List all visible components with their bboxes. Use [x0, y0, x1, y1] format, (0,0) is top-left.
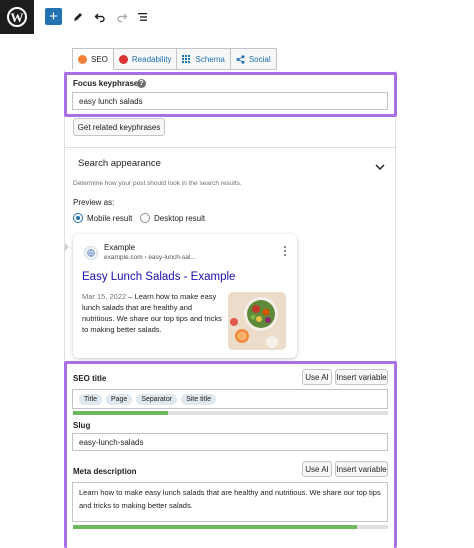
seo-score-face-icon [78, 54, 87, 64]
tab-social[interactable]: Social [230, 48, 277, 70]
undo-icon[interactable] [91, 8, 109, 26]
panel-grip-icon [65, 243, 69, 251]
wordpress-logo[interactable]: W [0, 0, 34, 34]
focus-keyphrase-label: Focus keyphrase [73, 79, 139, 88]
preview-title[interactable]: Easy Lunch Salads - Example [82, 271, 235, 283]
seo-title-progress-fill [73, 411, 168, 415]
tab-schema-label: Schema [195, 54, 225, 64]
meta-description-progress-bar [73, 525, 388, 529]
search-appearance-title[interactable]: Search appearance [78, 158, 161, 169]
focus-keyphrase-input[interactable]: easy lunch salads [72, 92, 388, 110]
tab-social-label: Social [248, 54, 271, 64]
seo-title-label: SEO title [73, 374, 107, 383]
add-block-button[interactable]: + [45, 8, 62, 25]
seo-title-insert-variable-button[interactable]: Insert variable [335, 369, 388, 385]
google-preview-card: Example example.com › easy-lunch-sal... … [73, 234, 297, 358]
slug-label: Slug [73, 421, 91, 430]
redo-icon[interactable] [113, 8, 131, 26]
desktop-result-radio[interactable] [140, 213, 150, 223]
seo-title-use-ai-button[interactable]: Use AI [302, 369, 332, 385]
get-related-keyphrases-button[interactable]: Get related keyphrases [73, 118, 165, 136]
chevron-down-icon[interactable] [375, 158, 385, 176]
readability-score-face-icon [118, 54, 128, 64]
tab-readability[interactable]: Readability [113, 48, 178, 70]
meta-insert-variable-button[interactable]: Insert variable [335, 461, 388, 477]
seo-title-input[interactable]: Title Page Separator Site title [72, 389, 388, 409]
meta-description-label: Meta description [73, 467, 137, 476]
meta-use-ai-button[interactable]: Use AI [302, 461, 332, 477]
globe-favicon-icon [84, 246, 98, 260]
preview-snippet: Mar 15, 2022 – Learn how to make easy lu… [82, 291, 224, 335]
salad-thumbnail-image [228, 292, 286, 350]
pencil-tools-icon[interactable] [69, 8, 87, 26]
tab-schema[interactable]: Schema [177, 48, 231, 70]
preview-date: Mar 15, 2022 [82, 292, 127, 301]
more-vertical-icon[interactable] [284, 246, 287, 258]
preview-separator: – [128, 292, 133, 301]
variable-chip[interactable]: Title [79, 393, 102, 405]
search-appearance-description: Determine how your post should look in t… [73, 180, 242, 187]
preview-url: example.com › easy-lunch-sal... [104, 254, 196, 261]
seo-title-progress-bar [73, 411, 388, 415]
schema-grid-icon [182, 54, 191, 64]
variable-chip[interactable]: Site title [181, 393, 216, 405]
meta-description-textarea[interactable]: Learn how to make easy lunch salads that… [72, 482, 388, 522]
yoast-tabs: SEO Readability Schema Social [72, 48, 277, 70]
meta-description-progress-fill [73, 525, 357, 529]
tab-seo-label: SEO [91, 54, 108, 64]
preview-as-label: Preview as: [73, 198, 115, 207]
preview-site-name: Example [104, 243, 136, 252]
editor-toolbar: W + [0, 0, 474, 34]
section-divider [65, 147, 396, 148]
wordpress-w-icon: W [7, 7, 27, 27]
tab-readability-label: Readability [131, 54, 172, 64]
mobile-result-label[interactable]: Mobile result [87, 214, 132, 223]
share-icon [236, 54, 245, 64]
help-icon[interactable]: ? [137, 79, 146, 88]
variable-chip[interactable]: Page [105, 393, 133, 405]
mobile-result-radio[interactable] [73, 213, 83, 223]
slug-input[interactable]: easy-lunch-salads [72, 433, 388, 451]
tab-seo[interactable]: SEO [72, 48, 114, 70]
variable-chip[interactable]: Separator [136, 393, 178, 405]
document-overview-icon[interactable] [134, 8, 152, 26]
desktop-result-label[interactable]: Desktop result [154, 214, 205, 223]
